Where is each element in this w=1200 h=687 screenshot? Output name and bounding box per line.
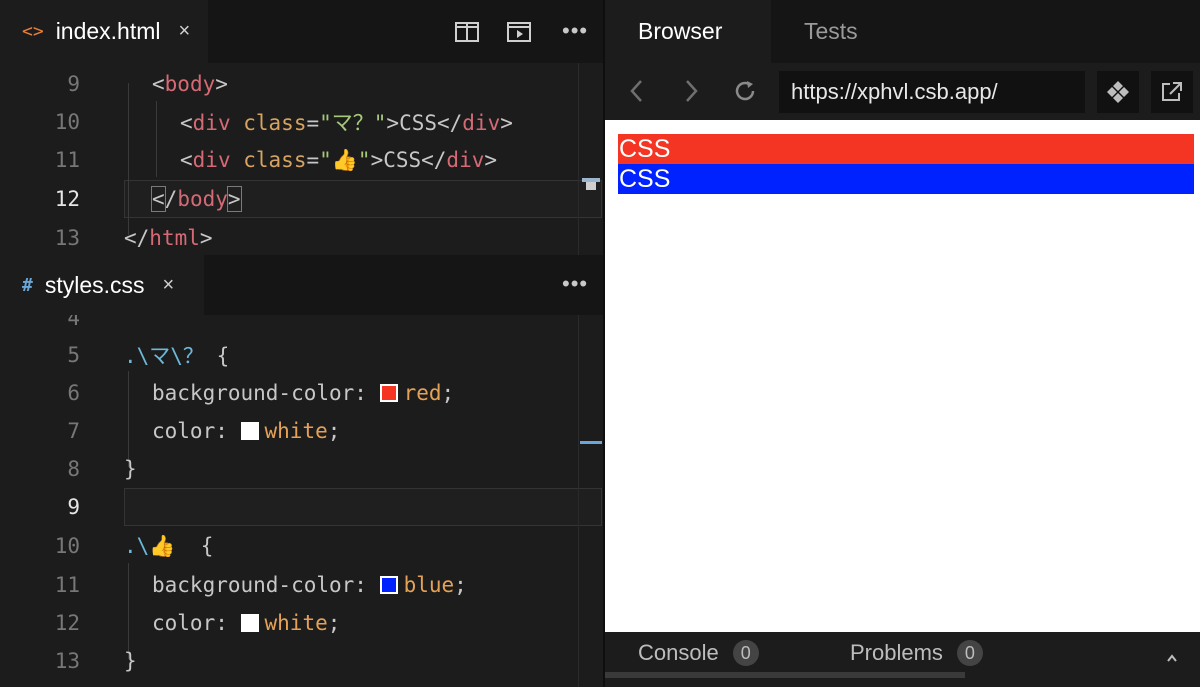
code-line: 9 <body> [0, 65, 580, 103]
tab-browser[interactable]: Browser [605, 0, 771, 63]
code-line: 10 .\👍 { [0, 527, 580, 565]
line-number: 10 [54, 534, 80, 558]
bottom-panel-bar: Console 0 Problems 0 [605, 632, 1200, 687]
css-editor[interactable]: 4 5 .\マ\？ { 6 background-color: red; 7 c… [0, 315, 603, 687]
problems-count-badge: 0 [956, 640, 983, 666]
color-swatch-white[interactable] [240, 614, 259, 632]
code-text: .\マ\？ { [124, 344, 230, 368]
refresh-icon[interactable] [731, 77, 759, 110]
more-options-icon[interactable]: ••• [562, 273, 592, 297]
code-text: background-color: blue; [152, 573, 467, 597]
line-number: 11 [54, 148, 80, 172]
chevron-right-icon[interactable] [681, 77, 701, 110]
code-text: } [124, 457, 137, 481]
code-text: .\👍 { [124, 533, 214, 558]
line-number: 12 [54, 187, 80, 211]
code-brackets-icon: <> [22, 21, 44, 42]
code-line: 5 .\マ\？ { [0, 336, 580, 374]
line-number: 4 [67, 315, 80, 330]
tab-problems[interactable]: Problems 0 [850, 640, 983, 666]
scroll-marker [580, 441, 602, 444]
css-tab-bar: # styles.css × ••• [0, 255, 603, 315]
line-number: 13 [54, 649, 80, 673]
code-line: 13 } [0, 642, 580, 680]
color-swatch-blue[interactable] [379, 576, 398, 594]
code-line: 12 color: white; [0, 604, 580, 642]
split-view-icon[interactable] [454, 20, 480, 44]
tab-console[interactable]: Console 0 [638, 640, 759, 666]
code-line: 9 [0, 488, 580, 526]
hash-icon: # [22, 274, 33, 296]
line-number: 11 [54, 573, 80, 597]
code-line: 10 <div class="マ？">CSS</div> [0, 103, 580, 141]
line-number: 13 [54, 226, 80, 250]
horizontal-scrollbar[interactable] [605, 672, 965, 678]
chevron-left-icon[interactable] [627, 77, 647, 110]
editor-pane: <> index.html × ••• 9 <body> 10 <div cla… [0, 0, 603, 687]
close-icon[interactable]: × [179, 20, 191, 43]
preview-css-box-blue: CSS [618, 164, 1194, 194]
browser-tab-bar: Browser Tests [605, 0, 1200, 63]
problems-label: Problems [850, 640, 943, 665]
html-tab-bar: <> index.html × ••• [0, 0, 603, 63]
tab-label: styles.css [44, 271, 145, 298]
tab-styles-css[interactable]: # styles.css × [0, 255, 204, 315]
chevron-up-icon[interactable] [1166, 650, 1178, 668]
console-label: Console [638, 640, 719, 665]
scroll-marker [586, 182, 596, 190]
line-number: 9 [67, 495, 80, 519]
more-options-icon[interactable]: ••• [562, 20, 592, 44]
code-line: 13 </html> [0, 219, 580, 255]
browser-nav-bar: https://xphvl.csb.app/ [605, 63, 1200, 120]
code-text: </body> [151, 186, 242, 212]
line-number: 8 [67, 457, 80, 481]
code-text: </html> [124, 226, 213, 250]
url-input[interactable]: https://xphvl.csb.app/ [779, 71, 1085, 113]
console-count-badge: 0 [732, 640, 759, 666]
code-line: 11 background-color: blue; [0, 566, 580, 604]
line-number: 5 [67, 343, 80, 367]
color-swatch-white[interactable] [240, 422, 259, 440]
line-number: 7 [67, 419, 80, 443]
code-text: <body> [152, 72, 228, 96]
tab-label: index.html [55, 18, 161, 44]
line-number: 9 [67, 72, 80, 96]
code-line: 7 color: white; [0, 412, 580, 450]
color-swatch-red[interactable] [379, 384, 398, 402]
code-text: color: white; [152, 419, 341, 443]
external-link-icon[interactable] [1151, 71, 1193, 113]
code-text: <div class="マ？">CSS</div> [180, 111, 513, 135]
close-icon[interactable]: × [163, 274, 175, 297]
code-line: 6 background-color: red; [0, 374, 580, 412]
html-editor[interactable]: 9 <body> 10 <div class="マ？">CSS</div> 11… [0, 63, 603, 255]
line-number: 6 [67, 381, 80, 405]
code-line: 8 } [0, 450, 580, 488]
preview-icon[interactable] [506, 20, 532, 44]
line-number: 10 [54, 110, 80, 134]
code-text: <div class="👍">CSS</div> [180, 147, 498, 172]
browser-preview[interactable]: CSS CSS [605, 120, 1200, 632]
code-text: background-color: red; [152, 381, 455, 405]
code-line: 4 [0, 315, 580, 337]
tab-tests[interactable]: Tests [804, 0, 924, 63]
code-text: color: white; [152, 611, 341, 635]
tab-index-html[interactable]: <> index.html × [0, 0, 208, 63]
code-line: 12 </body> [0, 180, 580, 218]
code-text: } [124, 649, 137, 673]
diamond-grid-icon[interactable] [1097, 71, 1139, 113]
line-number: 12 [54, 611, 80, 635]
browser-pane: Browser Tests https://xphvl.csb.app/ CSS… [605, 0, 1200, 687]
preview-css-box-red: CSS [618, 134, 1194, 164]
code-line: 11 <div class="👍">CSS</div> [0, 141, 580, 179]
